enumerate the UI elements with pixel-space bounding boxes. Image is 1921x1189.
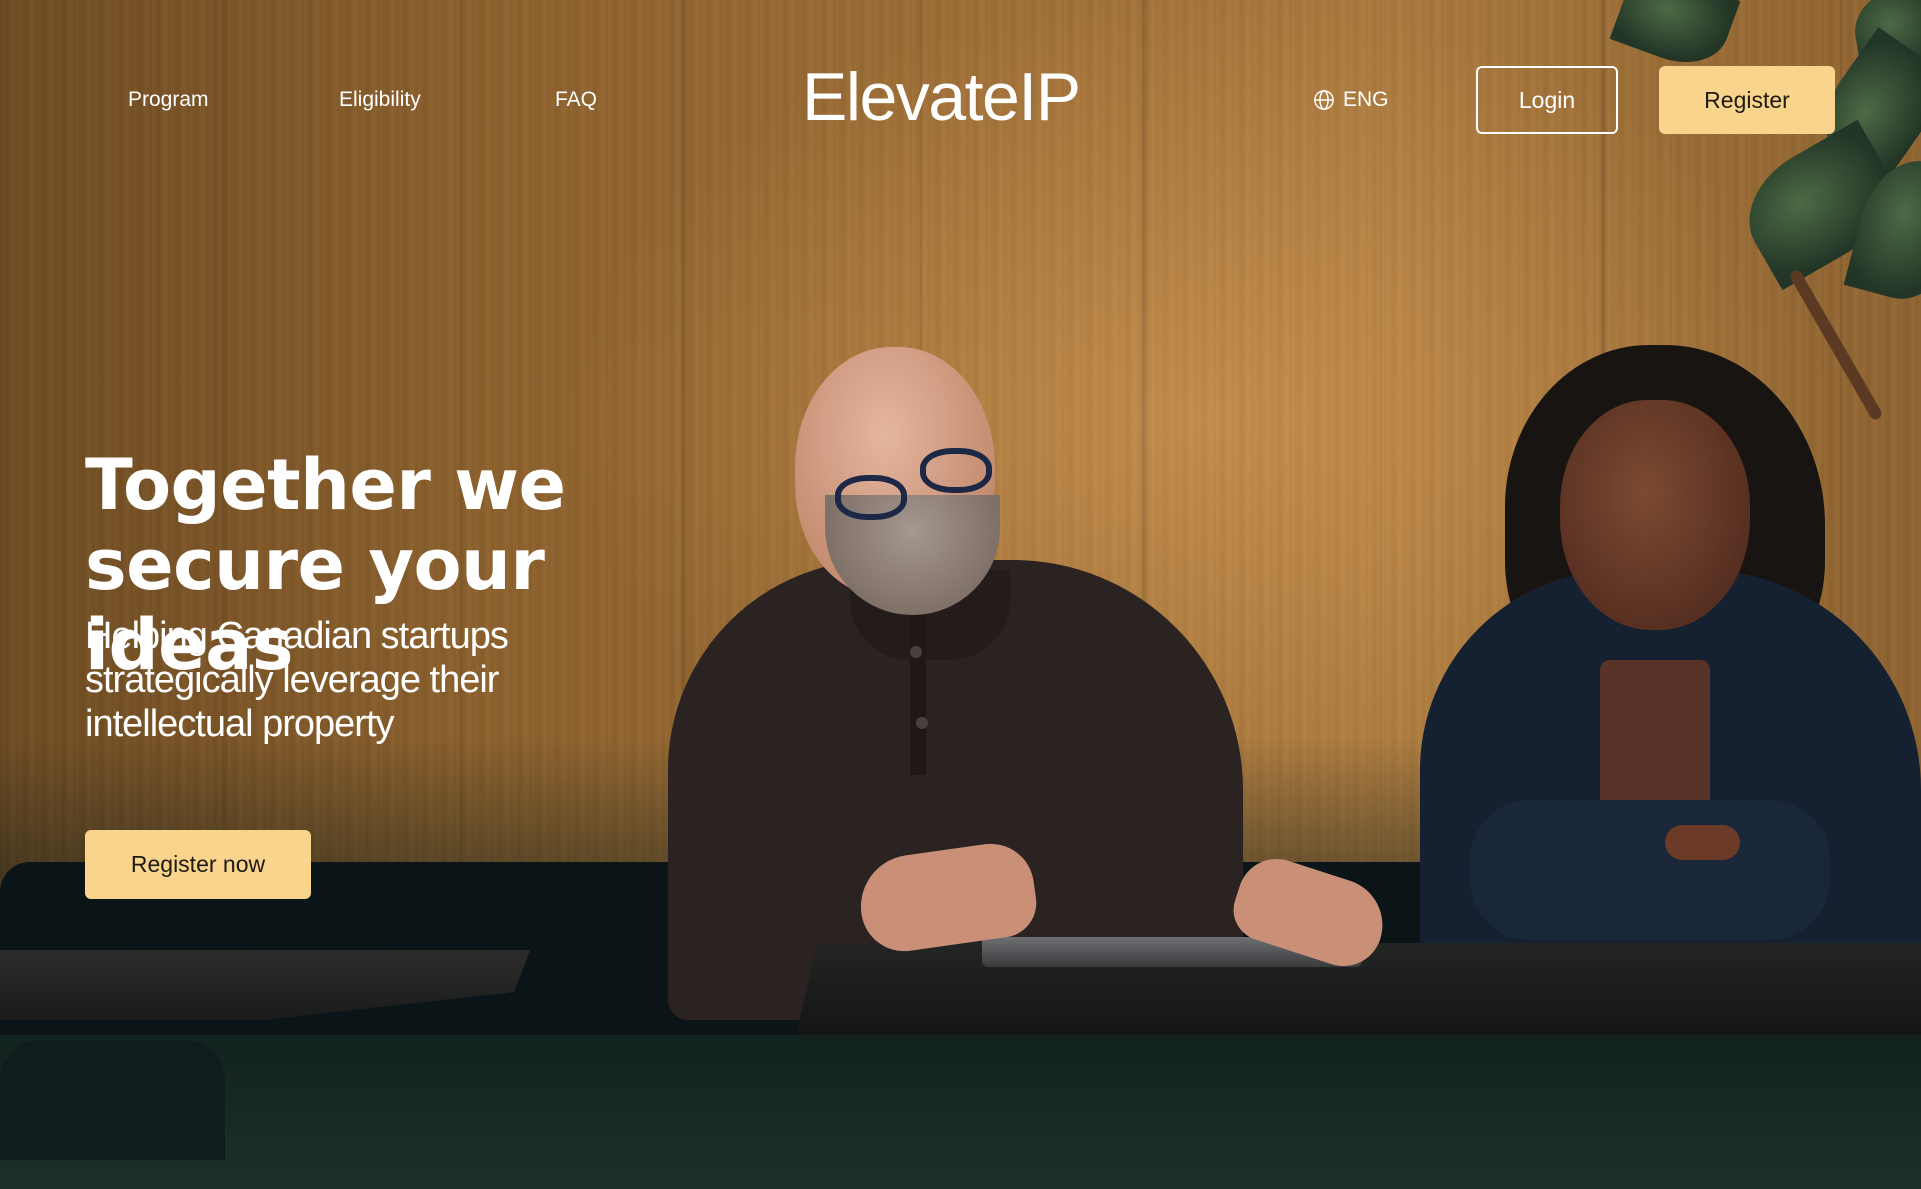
stool — [0, 1040, 225, 1160]
man-placket — [910, 615, 926, 775]
language-selector[interactable]: ENG — [1313, 88, 1389, 112]
plant-leaf — [1609, 0, 1741, 77]
hero-subtitle-line-2: strategically leverage their — [85, 659, 499, 701]
register-button[interactable]: Register — [1659, 66, 1835, 134]
nav-link-eligibility[interactable]: Eligibility — [339, 88, 421, 112]
nav-link-faq[interactable]: FAQ — [555, 88, 597, 112]
register-now-button[interactable]: Register now — [85, 830, 311, 899]
man-button — [910, 646, 922, 658]
language-label: ENG — [1343, 88, 1389, 111]
hero-section: Program Eligibility FAQ ElevateIP ENG Lo… — [0, 0, 1921, 1189]
hero-subtitle: Helping Canadian startups strategically … — [85, 614, 605, 746]
man-glasses — [835, 475, 907, 520]
hero-subtitle-line-1: Helping Canadian startups — [85, 615, 509, 657]
man-glasses — [920, 448, 992, 493]
site-logo[interactable]: ElevateIP — [802, 58, 1081, 136]
woman-arms — [1470, 800, 1830, 940]
nav-link-program[interactable]: Program — [128, 88, 209, 112]
man-button — [916, 717, 928, 729]
woman-face — [1560, 400, 1750, 630]
hero-subtitle-line-3: intellectual property — [85, 703, 395, 745]
woman-hand — [1665, 825, 1740, 860]
floor-shadow — [0, 1035, 1921, 1189]
hero-headline-line-1: Together we — [85, 444, 566, 526]
globe-icon — [1314, 90, 1334, 110]
login-button[interactable]: Login — [1476, 66, 1618, 134]
